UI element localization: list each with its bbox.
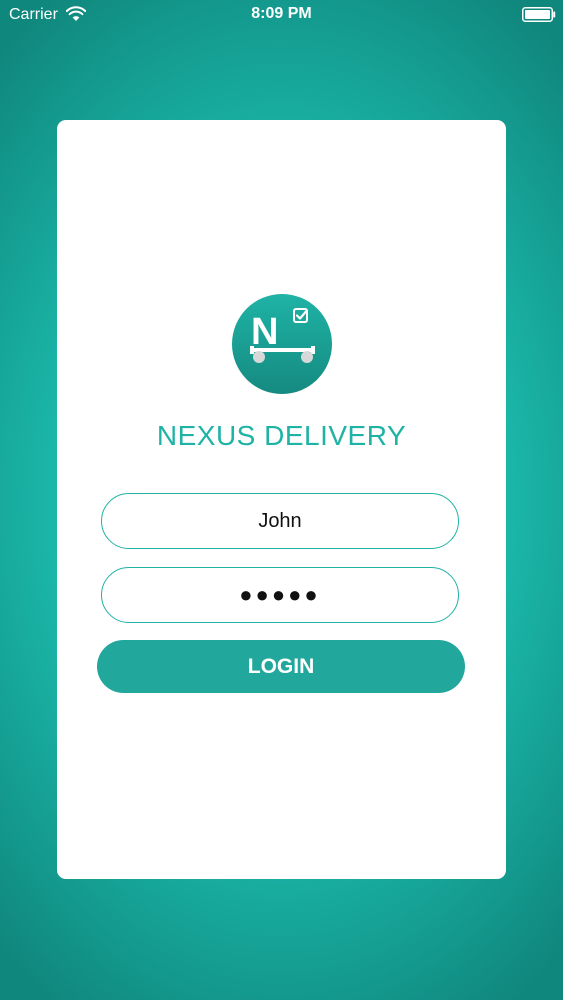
status-time: 8:09 PM — [251, 5, 312, 22]
password-input[interactable] — [101, 567, 459, 623]
logo-letter: N — [251, 311, 278, 353]
login-card: N NEXUS DELIVERY LOGIN — [57, 120, 506, 879]
app-title: NEXUS DELIVERY — [156, 420, 407, 451]
delivery-cart-logo-icon: N — [232, 294, 332, 394]
username-input[interactable] — [101, 493, 459, 549]
status-bar: Carrier 8:09 PM — [0, 0, 563, 30]
login-button[interactable]: LOGIN — [97, 640, 465, 693]
battery-icon — [522, 7, 556, 22]
